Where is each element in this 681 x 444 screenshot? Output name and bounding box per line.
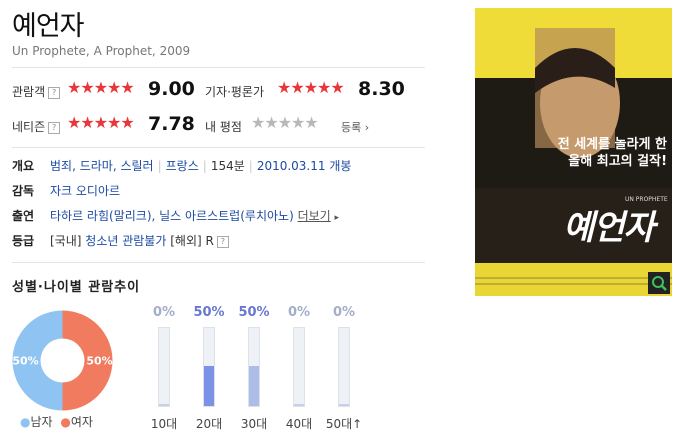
- divider: [12, 67, 425, 68]
- country-link[interactable]: 프랑스: [166, 159, 199, 173]
- pie-legend: ●남자 ●여자: [20, 413, 93, 430]
- age-category-label: 50대↑: [325, 417, 363, 431]
- director-link[interactable]: 자크 오디아르: [50, 182, 120, 199]
- movie-subtitle: Un Prophete, A Prophet, 2009: [12, 44, 191, 58]
- age-bar-value-label: 0%: [332, 305, 356, 320]
- age-bar-track: [158, 327, 170, 407]
- age-category-label: 40대: [285, 417, 313, 431]
- poster-zoom-button[interactable]: [648, 272, 670, 294]
- age-category-label: 20대: [195, 417, 223, 431]
- chevron-right-icon: ›: [364, 121, 370, 134]
- poster-title: 예언자: [563, 208, 655, 248]
- critics-stars: ★★★★★: [277, 78, 345, 97]
- age-category-label: 30대: [240, 417, 268, 431]
- director-label: 감독: [12, 184, 35, 198]
- critics-rating-label: 기자·평론가: [205, 85, 265, 99]
- help-icon[interactable]: ?: [216, 236, 229, 248]
- divider: [12, 147, 425, 148]
- audience-score: 9.00: [148, 78, 195, 100]
- netizen-rating-label: 네티즌?: [12, 118, 61, 135]
- critics-score: 8.30: [358, 78, 405, 100]
- section-title: 성별·나이별 관람추이: [12, 280, 141, 295]
- audience-rating-label: 관람객?: [12, 83, 61, 100]
- magnifier-icon: [652, 276, 667, 291]
- age-bar-track: [338, 327, 350, 407]
- help-icon[interactable]: ?: [48, 122, 61, 134]
- register-rating-link[interactable]: 등록 ›: [341, 119, 369, 135]
- cast-value: 타하르 라힘(말리크), 닐스 아르스트럽(루치아노) 더보기 ▸: [50, 207, 339, 224]
- grade-label: 등급: [12, 234, 35, 248]
- critics-stars-filled: ★★★★★: [277, 78, 345, 97]
- genre-link[interactable]: 범죄, 드라마, 스릴러: [50, 159, 154, 173]
- male-legend-label: 남자: [30, 415, 53, 429]
- help-icon[interactable]: ?: [48, 87, 61, 99]
- pie-hole: [40, 338, 85, 383]
- age-bar-track: [203, 327, 215, 407]
- age-bar-value-label: 0%: [287, 305, 311, 320]
- age-bar-value-label: 0%: [152, 305, 176, 320]
- cast-link[interactable]: 타하르 라힘(말리크), 닐스 아르스트럽(루치아노): [50, 209, 294, 223]
- runtime: 154분: [210, 159, 245, 173]
- more-cast-link[interactable]: 더보기: [298, 209, 331, 223]
- my-rating-label: 내 평점: [205, 120, 242, 134]
- my-rating-stars[interactable]: ★★★★★: [251, 113, 319, 132]
- domestic-grade-link[interactable]: 청소년 관람불가: [85, 234, 166, 248]
- netizen-score: 7.78: [148, 113, 195, 135]
- age-bar: [249, 366, 259, 406]
- age-bar-track: [293, 327, 305, 407]
- poster-headline: 전 세계를 놀라게 한 올해 최고의 걸작!: [557, 137, 667, 169]
- female-legend-label: 여자: [70, 415, 93, 429]
- age-bar: [204, 366, 214, 406]
- age-bar: [339, 404, 349, 406]
- cast-label: 출연: [12, 209, 35, 223]
- age-bar-chart: 0% 10대 50% 20대 50% 30대 0% 40대 0% 50대↑: [150, 305, 390, 435]
- grade-value: [국내] 청소년 관람불가 [해외] R?: [50, 232, 229, 249]
- movie-poster[interactable]: 전 세계를 놀라게 한 올해 최고의 걸작! UN PROPHETE 예언자: [475, 8, 672, 296]
- netizen-stars: ★★★★★: [67, 113, 135, 132]
- age-bar-value-label: 50%: [238, 305, 270, 320]
- age-bar-track: [248, 327, 260, 407]
- overview-label: 개요: [12, 159, 35, 173]
- divider: [12, 262, 425, 263]
- gender-pie-chart: 50% 50%: [12, 310, 113, 411]
- overview-value: 범죄, 드라마, 스릴러 | 프랑스 | 154분 | 2010.03.11 개봉: [50, 159, 352, 173]
- female-legend-dot: ●: [60, 415, 71, 429]
- audience-stars: ★★★★★: [67, 78, 135, 97]
- movie-title: 예언자: [12, 11, 85, 42]
- male-legend-dot: ●: [20, 415, 31, 429]
- pie-slice-label: 50%: [12, 355, 38, 368]
- pie-slice-label: 50%: [86, 355, 112, 368]
- triangle-right-icon: ▸: [334, 213, 340, 223]
- age-bar: [159, 404, 169, 406]
- release-date-link[interactable]: 2010.03.11 개봉: [257, 159, 352, 173]
- age-bar: [294, 404, 304, 406]
- age-bar-value-label: 50%: [193, 305, 225, 320]
- age-category-label: 10대: [150, 417, 178, 431]
